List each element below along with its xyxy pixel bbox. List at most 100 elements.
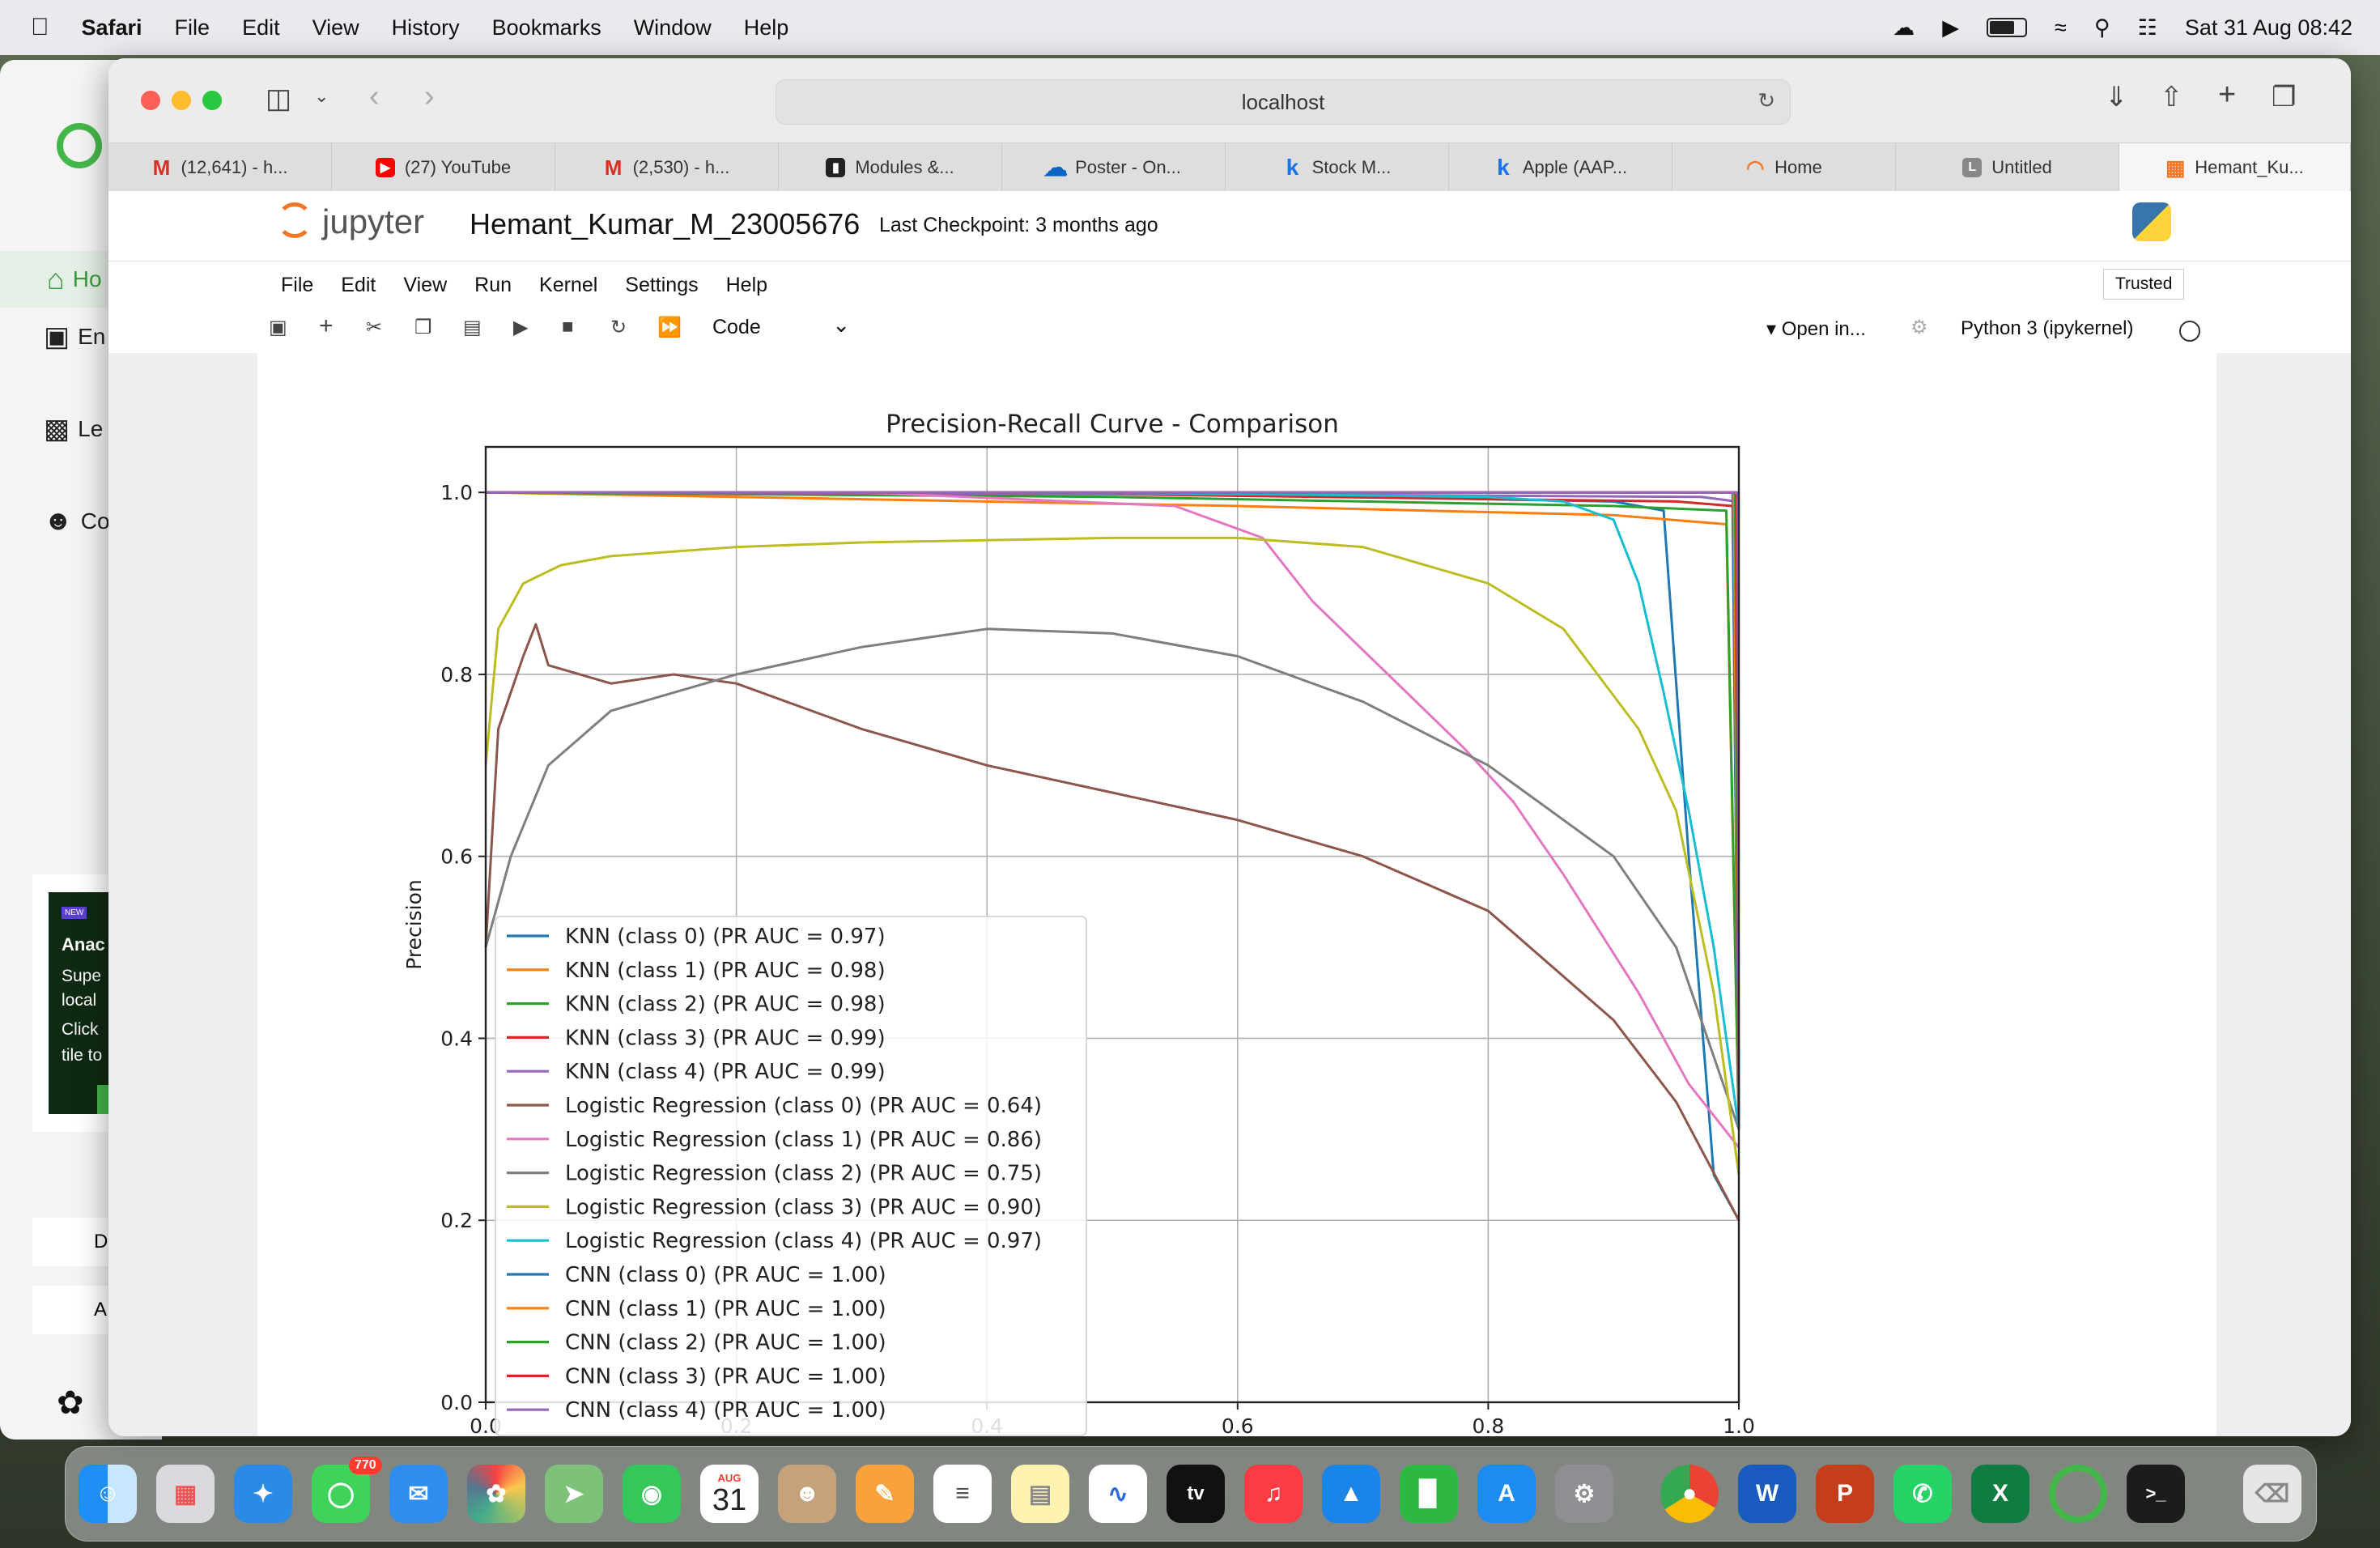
add-cell-icon[interactable]: + <box>319 313 334 340</box>
tab-untitled[interactable]: L Untitled <box>1896 143 2119 192</box>
excel-icon[interactable]: X <box>1971 1465 2029 1523</box>
tab-poster[interactable]: ☁ Poster - On... <box>1002 143 1226 192</box>
save-icon[interactable]: ▣ <box>269 316 287 339</box>
new-tab-icon[interactable]: + <box>2218 78 2236 113</box>
appletv-icon[interactable]: tv <box>1167 1465 1225 1523</box>
jmenu-file[interactable]: File <box>267 274 327 297</box>
menu-window[interactable]: Window <box>618 15 728 40</box>
numbers-icon[interactable]: ▉ <box>1400 1465 1458 1523</box>
battery-icon[interactable] <box>1986 18 2027 37</box>
anaconda-icon[interactable] <box>2049 1465 2107 1523</box>
keynote-icon[interactable]: ▲ <box>1322 1465 1380 1523</box>
maps-icon[interactable]: ➤ <box>545 1465 603 1523</box>
twitter-icon[interactable]: ✿ <box>57 1384 84 1422</box>
whatsapp-icon[interactable]: ✆ <box>1893 1465 1952 1523</box>
legend-entry: CNN (class 0) (PR AUC = 1.00) <box>565 1263 886 1287</box>
zoom-window-button[interactable] <box>202 91 222 110</box>
chart-title: Precision-Recall Curve - Comparison <box>886 410 1339 439</box>
run-all-icon[interactable]: ⏩ <box>657 316 682 339</box>
powerpoint-icon[interactable]: P <box>1816 1465 1874 1523</box>
menubar-clock[interactable]: Sat 31 Aug 08:42 <box>2185 15 2352 40</box>
chevron-down-icon[interactable]: ⌄ <box>314 86 329 107</box>
reminders-icon[interactable]: ≡ <box>933 1465 992 1523</box>
jmenu-kernel[interactable]: Kernel <box>525 274 611 297</box>
back-icon[interactable]: ‹ <box>369 79 380 114</box>
tab-youtube[interactable]: ▶ (27) YouTube <box>332 143 555 192</box>
downloads-icon[interactable]: ⇓ <box>2105 81 2128 113</box>
menu-history[interactable]: History <box>376 15 476 40</box>
system-settings-icon[interactable]: ⚙ <box>1555 1465 1613 1523</box>
sidebar-item-learning[interactable]: ▩ Le <box>44 413 103 445</box>
tab-notebook[interactable]: ▦ Hemant_Ku... <box>2119 143 2351 192</box>
app-store-icon[interactable]: A <box>1477 1465 1536 1523</box>
word-icon[interactable]: W <box>1738 1465 1796 1523</box>
jupyter-logo-icon[interactable] <box>277 202 312 238</box>
app-menu[interactable]: Safari <box>66 15 159 40</box>
kernel-name[interactable]: Python 3 (ipykernel) <box>1961 317 2133 340</box>
freeform-icon[interactable]: ∿ <box>1089 1465 1147 1523</box>
terminal-icon[interactable]: >_ <box>2127 1465 2185 1523</box>
close-window-button[interactable] <box>141 91 160 110</box>
forward-icon[interactable]: › <box>424 79 435 114</box>
jmenu-edit[interactable]: Edit <box>327 274 389 297</box>
cut-icon[interactable]: ✂ <box>366 316 382 339</box>
copy-icon[interactable]: ❐ <box>414 316 432 339</box>
contacts-icon[interactable]: ☻ <box>778 1465 836 1523</box>
pages-icon[interactable]: ✎ <box>856 1465 914 1523</box>
spotlight-icon[interactable]: ⚲ <box>2094 15 2110 40</box>
apple-icon[interactable]:  <box>0 14 66 41</box>
address-bar[interactable]: localhost ↻ <box>776 79 1791 125</box>
notes-icon[interactable]: ▤ <box>1011 1465 1069 1523</box>
debugger-icon[interactable]: ⚙ <box>1910 316 1928 339</box>
jupyter-header: jupyter Hemant_Kumar_M_23005676 Last Che… <box>108 191 2351 262</box>
safari-icon[interactable]: ✦ <box>234 1465 292 1523</box>
minimize-window-button[interactable] <box>172 91 191 110</box>
cell-type-select[interactable]: Code ⌄ <box>712 313 850 339</box>
cloud-icon[interactable]: ☁ <box>1893 15 1915 40</box>
jmenu-view[interactable]: View <box>389 274 461 297</box>
sidebar-toggle-icon[interactable]: ◫ <box>266 83 291 115</box>
y-tick-label: 1.0 <box>440 481 473 504</box>
run-icon[interactable]: ▶ <box>513 316 528 339</box>
music-icon[interactable]: ♫ <box>1244 1465 1303 1523</box>
trash-icon[interactable]: ⌫ <box>2243 1465 2301 1523</box>
paste-icon[interactable]: ▤ <box>463 316 482 339</box>
reload-icon[interactable]: ↻ <box>1757 88 1775 113</box>
control-center-icon[interactable]: ☷ <box>2138 15 2157 40</box>
tab-apple[interactable]: k Apple (AAP... <box>1449 143 1672 192</box>
sidebar-item-community[interactable]: ☻ Co <box>44 505 110 537</box>
tab-home[interactable]: ◠ Home <box>1672 143 1896 192</box>
tab-modules[interactable]: ▮ Modules &... <box>779 143 1002 192</box>
notebook-title[interactable]: Hemant_Kumar_M_23005676 <box>470 207 860 241</box>
sidebar-item-environments[interactable]: ▣ En <box>44 321 105 353</box>
tab-gmail-2[interactable]: M (2,530) - h... <box>555 143 779 192</box>
wifi-icon[interactable]: ≈ <box>2055 15 2067 40</box>
jmenu-run[interactable]: Run <box>461 274 525 297</box>
play-icon[interactable]: ▶ <box>1942 15 1959 40</box>
tab-gmail-1[interactable]: M (12,641) - h... <box>108 143 332 192</box>
jmenu-settings[interactable]: Settings <box>611 274 712 297</box>
jmenu-help[interactable]: Help <box>712 274 781 297</box>
launchpad-icon[interactable]: ▦ <box>156 1465 215 1523</box>
stop-icon[interactable]: ■ <box>562 316 574 338</box>
menu-file[interactable]: File <box>159 15 227 40</box>
messages-icon[interactable]: ◯ 770 <box>312 1457 382 1523</box>
facetime-icon[interactable]: ◉ <box>623 1465 681 1523</box>
share-icon[interactable]: ⇧ <box>2160 81 2183 113</box>
tab-stock[interactable]: k Stock M... <box>1226 143 1449 192</box>
menu-bookmarks[interactable]: Bookmarks <box>476 15 618 40</box>
calendar-icon[interactable]: AUG 31 <box>700 1465 759 1523</box>
trusted-indicator[interactable]: Trusted <box>2103 269 2185 300</box>
finder-icon[interactable]: ☺ <box>79 1465 137 1523</box>
menu-view[interactable]: View <box>296 15 376 40</box>
y-axis-label: Precision <box>402 879 426 970</box>
menu-help[interactable]: Help <box>728 15 805 40</box>
photos-icon[interactable]: ✿ <box>467 1465 525 1523</box>
restart-icon[interactable]: ↻ <box>610 316 627 339</box>
chrome-icon[interactable]: ● <box>1660 1465 1719 1523</box>
open-in-button[interactable]: ▾ Open in... <box>1766 317 1866 341</box>
menu-edit[interactable]: Edit <box>226 15 296 40</box>
mail-icon[interactable]: ✉ <box>389 1465 448 1523</box>
tab-overview-icon[interactable]: ❐ <box>2272 81 2296 113</box>
jupyter-logo[interactable]: jupyter <box>322 202 424 241</box>
